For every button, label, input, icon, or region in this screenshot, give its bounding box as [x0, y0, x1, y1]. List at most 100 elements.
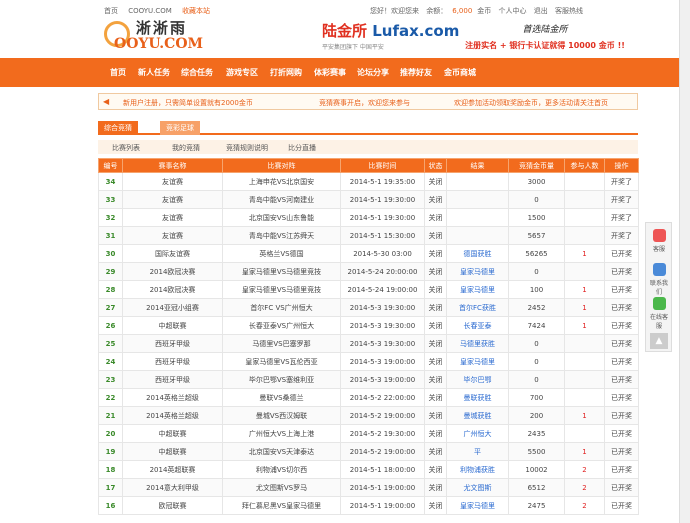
- cell-action[interactable]: 已开奖: [604, 352, 639, 371]
- cell-id: 26: [98, 316, 123, 335]
- cell-result[interactable]: 平: [446, 442, 509, 461]
- cell-result[interactable]: 皇家马德里: [446, 496, 509, 515]
- nav-store[interactable]: 金币商城: [444, 67, 476, 78]
- cell-id: 24: [98, 352, 123, 371]
- cell-result[interactable]: 马德里获胜: [446, 334, 509, 353]
- lufax-subtitle: 平安集团旗下 中国平安: [322, 44, 384, 51]
- subnav-list[interactable]: 比赛列表: [112, 143, 140, 153]
- cell-coins: 0: [508, 352, 565, 371]
- cell-action[interactable]: 开奖了: [604, 190, 639, 209]
- side-online-button[interactable]: 在线客服: [648, 297, 670, 330]
- side-contact-button[interactable]: 联系我们: [648, 263, 670, 296]
- tab-general[interactable]: 综合竞猜: [98, 121, 138, 135]
- subnav-rules[interactable]: 竞猜规则说明: [226, 143, 268, 153]
- cell-players: [564, 352, 605, 371]
- cell-action[interactable]: 开奖了: [604, 208, 639, 227]
- cell-action[interactable]: 已开奖: [604, 370, 639, 389]
- promo-banner[interactable]: 首选陆金所 注册实名 + 银行卡认证就得 10000 金币 !!: [465, 22, 625, 58]
- wechat-icon: [652, 297, 666, 310]
- notice-item-3[interactable]: 欢迎参加活动领取奖励金币，更多活动请关注首页: [454, 98, 608, 108]
- back-to-top-button[interactable]: ▲: [650, 333, 668, 349]
- user-center-link[interactable]: 个人中心: [499, 7, 527, 15]
- site-domain[interactable]: COOYU.COM: [128, 7, 172, 15]
- cell-time: 2014-5-1 19:35:00: [340, 172, 425, 191]
- cell-result[interactable]: 毕尔巴鄂: [446, 370, 509, 389]
- cell-action[interactable]: 已开奖: [604, 244, 639, 263]
- cell-status: 关闭: [424, 172, 447, 191]
- nav-home[interactable]: 首页: [110, 67, 126, 78]
- notice-item-1[interactable]: 新用户注册，只需简单设置就有2000金币: [123, 98, 253, 108]
- cell-league: 2014亚冠小组赛: [122, 298, 223, 317]
- cell-action[interactable]: 已开奖: [604, 262, 639, 281]
- col-league: 赛事名称: [122, 158, 223, 173]
- cell-result[interactable]: 利物浦获胜: [446, 460, 509, 479]
- cell-coins: 2452: [508, 298, 565, 317]
- cell-action[interactable]: 已开奖: [604, 460, 639, 479]
- side-service-button[interactable]: 客服: [648, 229, 670, 253]
- scrollbar[interactable]: [679, 0, 690, 523]
- cell-result[interactable]: [446, 208, 509, 227]
- cell-action[interactable]: 已开奖: [604, 280, 639, 299]
- cell-status: 关闭: [424, 442, 447, 461]
- cell-match: 皇家马德里VS马德里竞技: [222, 262, 341, 281]
- cell-action[interactable]: 已开奖: [604, 424, 639, 443]
- nav-sports[interactable]: 体彩赛事: [314, 67, 346, 78]
- nav-refer[interactable]: 推荐好友: [400, 67, 432, 78]
- cell-coins: 5657: [508, 226, 565, 245]
- cell-action[interactable]: 开奖了: [604, 172, 639, 191]
- cell-action[interactable]: 开奖了: [604, 226, 639, 245]
- nav-tasks[interactable]: 综合任务: [181, 67, 213, 78]
- cell-time: 2014-5-30 03:00: [340, 244, 425, 263]
- cell-result[interactable]: [446, 172, 509, 191]
- cell-league: 国际友谊赛: [122, 244, 223, 263]
- cell-result[interactable]: 皇家马德里: [446, 280, 509, 299]
- cell-result[interactable]: [446, 190, 509, 209]
- cell-action[interactable]: 已开奖: [604, 388, 639, 407]
- cell-status: 关闭: [424, 424, 447, 443]
- cell-action[interactable]: 已开奖: [604, 496, 639, 515]
- cell-id: 25: [98, 334, 123, 353]
- cell-result[interactable]: 德国获胜: [446, 244, 509, 263]
- table-header: 编号 赛事名称 比赛对阵 比赛时间 状态 结果 竞猜金币量 参与人数 操作: [98, 158, 639, 173]
- cell-action[interactable]: 已开奖: [604, 406, 639, 425]
- site-logo[interactable]: 淅淅雨 OOYU.COM: [104, 15, 214, 55]
- cell-result[interactable]: 曼联获胜: [446, 388, 509, 407]
- cell-action[interactable]: 已开奖: [604, 334, 639, 353]
- logout-link[interactable]: 退出: [534, 7, 548, 15]
- cell-time: 2014-5-1 19:00:00: [340, 478, 425, 497]
- cell-match: 曼联VS桑德兰: [222, 388, 341, 407]
- nav-games[interactable]: 游戏专区: [226, 67, 258, 78]
- cell-result[interactable]: 皇家马德里: [446, 352, 509, 371]
- cell-time: 2014-5-3 19:00:00: [340, 370, 425, 389]
- cell-result[interactable]: 广州恒大: [446, 424, 509, 443]
- cell-id: 29: [98, 262, 123, 281]
- notice-item-2[interactable]: 竞猜赛事开启，欢迎您来参与: [319, 98, 410, 108]
- tab-football[interactable]: 竞彩足球: [160, 121, 200, 135]
- cell-result[interactable]: 长春亚泰: [446, 316, 509, 335]
- cell-action[interactable]: 已开奖: [604, 316, 639, 335]
- cell-result[interactable]: 皇家马德里: [446, 262, 509, 281]
- subnav-mine[interactable]: 我的竞猜: [172, 143, 200, 153]
- home-link[interactable]: 首页: [104, 7, 118, 15]
- nav-shopping[interactable]: 打折网购: [270, 67, 302, 78]
- table-row: 29 2014欧冠决赛 皇家马德里VS马德里竞技 2014-5-24 20:00:00…: [98, 262, 639, 281]
- nav-newbie[interactable]: 新人任务: [138, 67, 170, 78]
- cell-action[interactable]: 已开奖: [604, 478, 639, 497]
- cell-result[interactable]: 曼城获胜: [446, 406, 509, 425]
- lufax-banner[interactable]: 陆金所 Lufax.com 平安集团旗下 中国平安: [322, 20, 462, 56]
- cell-action[interactable]: 已开奖: [604, 442, 639, 461]
- cell-status: 关闭: [424, 298, 447, 317]
- cell-result[interactable]: 首尔FC获胜: [446, 298, 509, 317]
- cell-result[interactable]: 尤文图斯: [446, 478, 509, 497]
- table-row: 31 友谊赛 青岛中能VS江苏舜天 2014-5-1 15:30:00 关闭 5657 开奖…: [98, 226, 639, 245]
- col-id: 编号: [98, 158, 123, 173]
- table-row: 19 中超联赛 北京国安VS天津泰达 2014-5-2 19:00:00 关闭平 5500…: [98, 442, 639, 461]
- promo-title: 首选陆金所: [522, 25, 568, 35]
- cell-result[interactable]: [446, 226, 509, 245]
- cell-action[interactable]: 已开奖: [604, 298, 639, 317]
- favorite-link[interactable]: 收藏本站: [182, 7, 210, 15]
- cell-league: 2014欧冠决赛: [122, 280, 223, 299]
- nav-forum[interactable]: 论坛分享: [357, 67, 389, 78]
- subnav-live[interactable]: 比分直播: [288, 143, 316, 153]
- match-table: 编号 赛事名称 比赛对阵 比赛时间 状态 结果 竞猜金币量 参与人数 操作 34…: [98, 158, 639, 515]
